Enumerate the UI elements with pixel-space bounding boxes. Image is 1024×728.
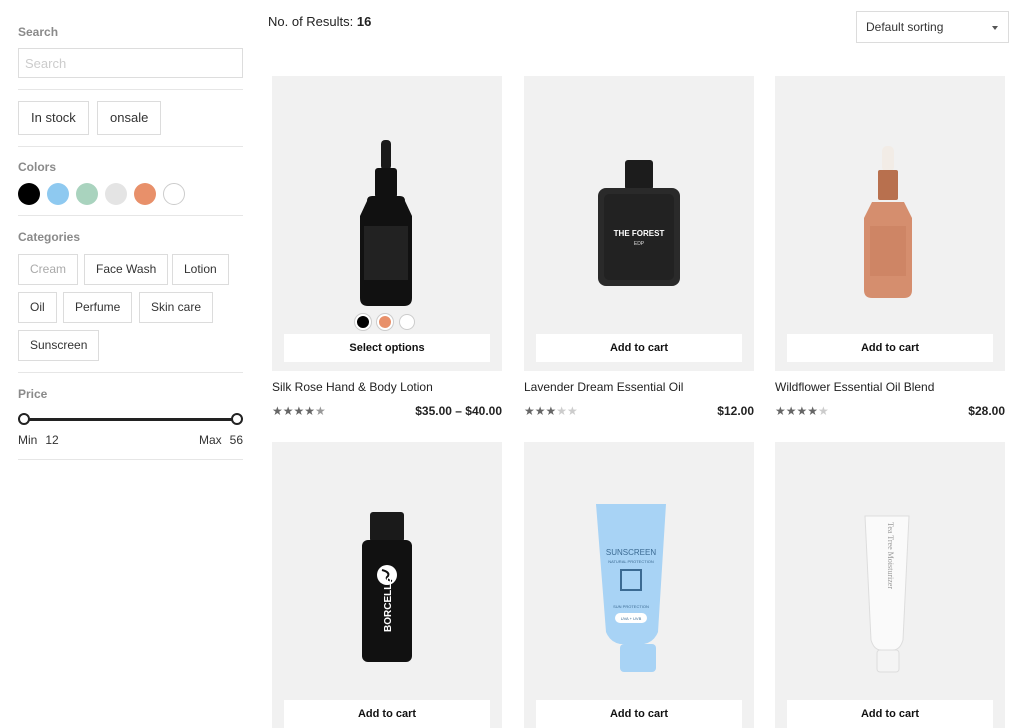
bottle-label: THE FOREST: [614, 229, 665, 238]
color-swatches: [18, 183, 185, 205]
color-swatch-gray[interactable]: [105, 183, 127, 205]
category-face-wash[interactable]: Face Wash: [84, 254, 169, 285]
price-slider-min-handle[interactable]: [18, 413, 30, 425]
color-swatch-black[interactable]: [18, 183, 40, 205]
price-min-value: 12: [45, 433, 59, 447]
price-max-value: 56: [229, 433, 243, 447]
category-lotion[interactable]: Lotion: [172, 254, 229, 285]
product-price: $35.00 – $40.00: [415, 404, 502, 418]
tube-sublabel: UVA + UVB: [621, 616, 642, 621]
option-swatch-orange[interactable]: [377, 314, 393, 330]
sort-label: Default sorting: [866, 20, 944, 34]
bottle-label: BORCELLE: [383, 577, 394, 632]
add-to-cart-button[interactable]: Add to cart: [787, 334, 993, 362]
color-swatch-blue[interactable]: [47, 183, 69, 205]
color-swatch-white[interactable]: [163, 183, 185, 205]
product-price: $28.00: [968, 404, 1005, 418]
divider: [18, 146, 243, 147]
search-input[interactable]: [18, 48, 243, 78]
product-image[interactable]: Select options: [272, 76, 502, 371]
product-image[interactable]: Tea Tree Moisturizer Add to cart: [775, 442, 1005, 728]
search-title: Search: [18, 25, 59, 39]
product-image[interactable]: Add to cart: [775, 76, 1005, 371]
add-to-cart-button[interactable]: Add to cart: [536, 700, 742, 728]
divider: [18, 89, 243, 90]
select-options-button[interactable]: Select options: [284, 334, 490, 362]
product-image[interactable]: THE FOREST EDP Add to cart: [524, 76, 754, 371]
category-perfume[interactable]: Perfume: [63, 292, 133, 323]
results-label: No. of Results:: [268, 14, 354, 29]
price-slider-track[interactable]: [22, 418, 238, 421]
product-color-options: [355, 314, 415, 330]
sort-select[interactable]: Default sorting: [856, 11, 1009, 43]
option-swatch-black[interactable]: [355, 314, 371, 330]
rating-stars: ★★★★★: [272, 404, 326, 418]
moisturizer-tube-icon: Tea Tree Moisturizer: [864, 515, 910, 673]
price-max-label: Max: [198, 433, 222, 447]
divider: [18, 215, 243, 216]
price-slider-max-handle[interactable]: [231, 413, 243, 425]
category-skin-care[interactable]: Skin care: [139, 292, 214, 323]
category-oil[interactable]: Oil: [18, 292, 57, 323]
tube-label: Tea Tree Moisturizer: [886, 522, 895, 589]
price-min-label: Min: [18, 433, 38, 447]
results-count: No. of Results: 16: [268, 14, 371, 29]
add-to-cart-button[interactable]: Add to cart: [787, 700, 993, 728]
filter-onsale[interactable]: onsale: [97, 101, 162, 135]
color-swatch-green[interactable]: [76, 183, 98, 205]
price-title: Price: [18, 387, 48, 401]
bottle-sublabel: EDP: [634, 241, 645, 247]
results-number: 16: [356, 14, 372, 29]
category-cream[interactable]: Cream: [18, 254, 79, 285]
product-title[interactable]: Silk Rose Hand & Body Lotion: [272, 380, 433, 394]
colors-title: Colors: [18, 160, 57, 174]
add-to-cart-button[interactable]: Add to cart: [284, 700, 490, 728]
categories-title: Categories: [18, 230, 81, 244]
add-to-cart-button[interactable]: Add to cart: [536, 334, 742, 362]
product-image[interactable]: BORCELLE Add to cart: [272, 442, 502, 728]
rating-stars: ★★★★★: [775, 404, 829, 418]
sunscreen-tube-icon: SUNSCREEN NATURAL PROTECTION SUN PROTECT…: [596, 504, 666, 672]
product-title[interactable]: Lavender Dream Essential Oil: [524, 380, 683, 394]
tube-label: SUNSCREEN: [606, 548, 656, 557]
category-sunscreen[interactable]: Sunscreen: [18, 330, 100, 361]
tube-sublabel: SUN PROTECTION: [613, 604, 649, 609]
option-swatch-white[interactable]: [399, 314, 415, 330]
filter-in-stock[interactable]: In stock: [18, 101, 89, 135]
tube-sublabel: NATURAL PROTECTION: [608, 559, 654, 564]
product-image[interactable]: SUNSCREEN NATURAL PROTECTION SUN PROTECT…: [524, 442, 754, 728]
divider: [18, 372, 243, 373]
color-swatch-orange[interactable]: [134, 183, 156, 205]
divider: [18, 459, 243, 460]
dropper-bottle-rose-icon: [864, 146, 912, 298]
rating-stars: ★★★★★: [524, 404, 578, 418]
product-title[interactable]: Wildflower Essential Oil Blend: [775, 380, 934, 394]
perfume-bottle-icon: THE FOREST EDP: [598, 160, 680, 286]
product-price: $12.00: [717, 404, 754, 418]
chevron-down-icon: [992, 26, 998, 30]
serum-bottle-icon: BORCELLE: [362, 512, 412, 662]
